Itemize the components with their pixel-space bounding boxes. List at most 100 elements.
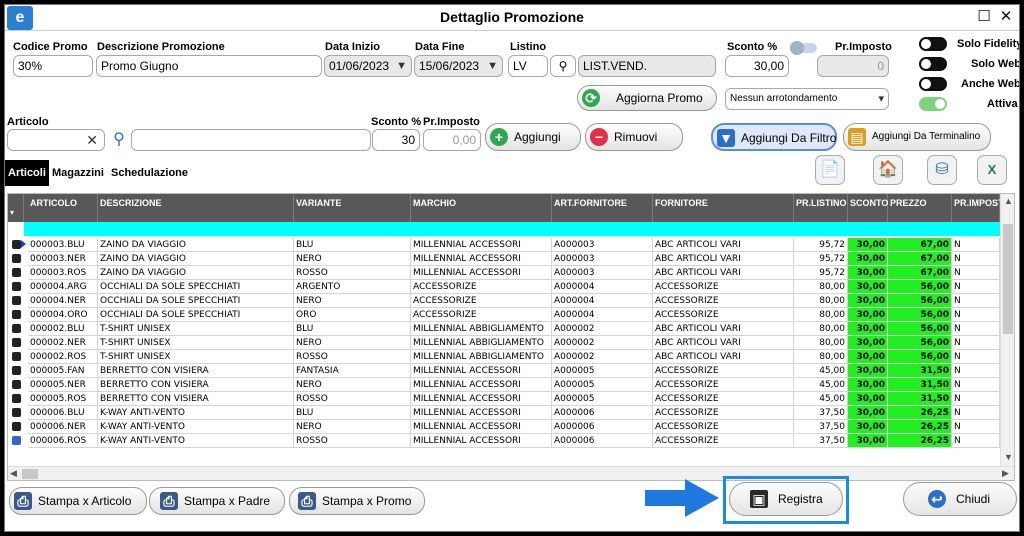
- horizontal-scrollbar[interactable]: ◀ ▶: [8, 466, 1014, 480]
- row-selector-icon[interactable]: [12, 366, 21, 375]
- stampa-articolo-button[interactable]: ⎙ Stampa x Articolo: [9, 487, 147, 515]
- data-inizio-picker[interactable]: 01/06/2023 ▼: [324, 55, 412, 77]
- column-header[interactable]: PREZZO: [888, 194, 952, 222]
- maximize-icon[interactable]: ☐: [975, 8, 993, 26]
- table-cell: 95,72: [794, 238, 848, 252]
- sconto-mode-toggle[interactable]: [790, 41, 817, 55]
- table-cell: ROSSO: [294, 392, 411, 406]
- table-cell: OCCHIALI DA SOLE SPECCHIATI: [98, 280, 294, 294]
- row-selector-icon[interactable]: [12, 254, 21, 263]
- column-header[interactable]: ARTICOLO: [28, 194, 98, 222]
- scroll-left-icon[interactable]: ◀: [10, 468, 17, 479]
- table-cell: 000004.ARG: [28, 280, 98, 294]
- aggiungi-da-filtro-button[interactable]: ▼ Aggiungi Da Filtro: [711, 123, 837, 151]
- aggiungi-button[interactable]: + Aggiungi: [485, 123, 581, 151]
- table-row[interactable]: 000003.BLU ZAINO DA VIAGGIO BLU MILLENNIAL …: [8, 238, 1000, 252]
- table-row[interactable]: 000002.BLU T-SHIRT UNISEX BLU MILLENNIAL AB…: [8, 322, 1000, 336]
- articolo-description-field[interactable]: [131, 129, 371, 151]
- tab-schedulazione[interactable]: Schedulazione: [108, 160, 191, 186]
- table-row[interactable]: 000005.FAN BERRETTO CON VISIERA FANTASIA MI…: [8, 364, 1000, 378]
- close-icon[interactable]: ✕: [997, 8, 1015, 26]
- table-row[interactable]: 000003.ROS ZAINO DA VIAGGIO ROSSO MILLENNIA…: [8, 266, 1000, 280]
- rimuovi-label: Rimuovi: [614, 130, 658, 144]
- sort-indicator-icon[interactable]: ▾: [8, 194, 24, 222]
- scroll-right-icon[interactable]: ▶: [1002, 468, 1009, 479]
- clear-icon[interactable]: ✕: [86, 130, 98, 150]
- table-row[interactable]: 000006.BLU K-WAY ANTI-VENTO BLU MILLENNIAL …: [8, 406, 1000, 420]
- scroll-down-icon[interactable]: ▼: [1004, 452, 1013, 462]
- table-cell: N: [952, 420, 1000, 434]
- row-selector-icon[interactable]: [12, 352, 21, 361]
- aggiungi-da-terminalino-button[interactable]: ▤ Aggiungi Da Terminalino: [843, 123, 991, 151]
- listino-code-field[interactable]: LV: [508, 55, 548, 77]
- promo-window: e Dettaglio Promozione ☐ ✕ Codice Promo …: [4, 4, 1020, 532]
- row-selector-icon[interactable]: [12, 338, 21, 347]
- row-selector-icon[interactable]: [12, 408, 21, 417]
- sconto-field[interactable]: 30,00: [725, 55, 789, 77]
- row-selector-icon[interactable]: [12, 268, 21, 277]
- table-row[interactable]: 000002.ROS T-SHIRT UNISEX ROSSO MILLENNIAL …: [8, 350, 1000, 364]
- chiudi-button[interactable]: ↩ Chiudi: [903, 482, 1017, 516]
- column-header[interactable]: SCONTO: [848, 194, 888, 222]
- table-row[interactable]: 000003.NER ZAINO DA VIAGGIO NERO MILLENNIAL…: [8, 252, 1000, 266]
- scroll-up-icon[interactable]: ▲: [1004, 196, 1013, 206]
- column-header[interactable]: ART.FORNITORE: [552, 194, 653, 222]
- row-selector-icon[interactable]: [12, 240, 21, 249]
- articolo-search-icon[interactable]: ⚲: [108, 129, 130, 151]
- row-selector-icon[interactable]: [12, 324, 21, 333]
- row-selector-icon[interactable]: [12, 436, 21, 445]
- table-row[interactable]: 000005.ROS BERRETTO CON VISIERA ROSSO MILLE…: [8, 392, 1000, 406]
- tab-articoli[interactable]: Articoli: [5, 160, 49, 186]
- document-list-icon[interactable]: 📄: [815, 155, 845, 185]
- vertical-scroll-thumb[interactable]: [1003, 224, 1013, 334]
- column-header[interactable]: VARIANTE: [294, 194, 411, 222]
- column-header[interactable]: PR.IMPOSTO: [952, 194, 1010, 222]
- stampa-promo-button[interactable]: ⎙ Stampa x Promo: [289, 487, 425, 515]
- column-header[interactable]: DESCRIZIONE: [98, 194, 294, 222]
- articolo-code-field[interactable]: ✕: [7, 129, 105, 151]
- table-row[interactable]: 000006.ROS K-WAY ANTI-VENTO ROSSO MILLENNIA…: [8, 434, 1000, 448]
- table-cell: ABC ARTICOLI VARI: [653, 350, 794, 364]
- rimuovi-button[interactable]: − Rimuovi: [585, 123, 683, 151]
- vertical-scrollbar[interactable]: ▲ ▼: [1000, 194, 1014, 466]
- table-cell: 80,00: [794, 280, 848, 294]
- solo-web-toggle[interactable]: [919, 57, 947, 71]
- articolo-pr-imposto-field[interactable]: 0,00: [423, 129, 481, 151]
- table-row[interactable]: 000002.NER T-SHIRT UNISEX NERO MILLENNIAL A…: [8, 336, 1000, 350]
- arrotondamento-select[interactable]: Nessun arrotondamento ▾: [725, 88, 889, 110]
- data-fine-picker[interactable]: 15/06/2023 ▼: [414, 55, 503, 77]
- row-selector-icon[interactable]: [12, 394, 21, 403]
- articolo-sconto-field[interactable]: 30: [372, 129, 420, 151]
- table-cell: MILLENNIAL ACCESSORI: [411, 406, 552, 420]
- filter-row[interactable]: [24, 222, 1000, 236]
- table-row[interactable]: 000004.ORO OCCHIALI DA SOLE SPECCHIATI ORO…: [8, 308, 1000, 322]
- row-selector-icon[interactable]: [12, 380, 21, 389]
- column-header[interactable]: MARCHIO: [411, 194, 552, 222]
- table-cell: 26,25: [888, 434, 952, 448]
- attiva-toggle[interactable]: [919, 97, 947, 111]
- table-row[interactable]: 000004.NER OCCHIALI DA SOLE SPECCHIATI NER…: [8, 294, 1000, 308]
- network-icon[interactable]: ⛁: [927, 155, 957, 185]
- horizontal-scroll-thumb[interactable]: [22, 469, 38, 479]
- row-selector-icon[interactable]: [12, 296, 21, 305]
- registra-button[interactable]: ▣ Registra: [729, 482, 843, 516]
- solo-fidelity-toggle[interactable]: [919, 37, 947, 51]
- table-row[interactable]: 000006.NER K-WAY ANTI-VENTO NERO MILLENNIAL…: [8, 420, 1000, 434]
- table-row[interactable]: 000005.NER BERRETTO CON VISIERA NERO MILLEN…: [8, 378, 1000, 392]
- descrizione-field[interactable]: Promo Giugno: [96, 55, 322, 77]
- tab-magazzini[interactable]: Magazzini: [49, 160, 107, 186]
- row-selector-icon[interactable]: [12, 282, 21, 291]
- row-selector-icon[interactable]: [12, 422, 21, 431]
- stampa-padre-button[interactable]: ⎙ Stampa x Padre: [149, 487, 285, 515]
- listino-search-button[interactable]: ⚲: [550, 55, 576, 77]
- aggiorna-promo-button[interactable]: ⟳ Aggiorna Promo: [577, 85, 717, 111]
- table-row[interactable]: 000004.ARG OCCHIALI DA SOLE SPECCHIATI ARG…: [8, 280, 1000, 294]
- codice-promo-field[interactable]: 30%: [13, 55, 93, 77]
- excel-export-icon[interactable]: X: [977, 155, 1007, 185]
- table-cell: 31,50: [888, 364, 952, 378]
- column-header[interactable]: FORNITORE: [653, 194, 794, 222]
- warehouse-icon[interactable]: 🏠: [873, 155, 903, 185]
- anche-web-toggle[interactable]: [919, 77, 947, 91]
- column-header[interactable]: PR.LISTINO: [794, 194, 848, 222]
- row-selector-icon[interactable]: [12, 310, 21, 319]
